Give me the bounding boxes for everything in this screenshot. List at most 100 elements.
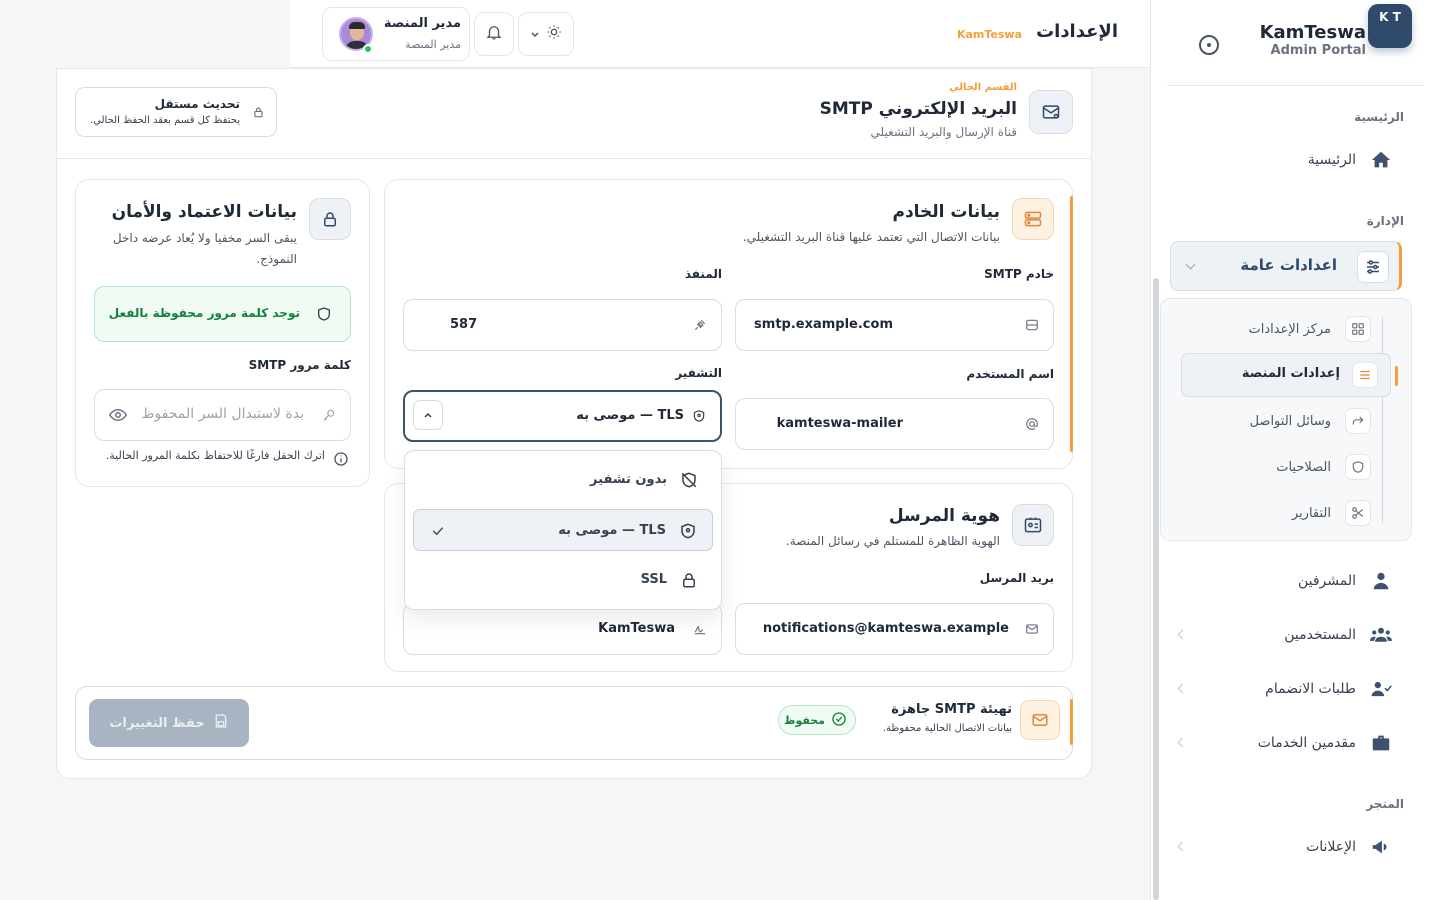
sidebar-item-users[interactable]: المستخدمين [1284,617,1392,653]
top-bar: الإعدادات KamTeswa مدير المنصة مدير المن… [290,0,1150,68]
sidebar-item-providers[interactable]: مقدمين الخدمات [1258,725,1392,761]
password-field[interactable]: بدة لاستبدال السر المحفوظ [94,389,351,441]
host-value: smtp.example.com [754,317,893,332]
encryption-option-tls[interactable]: TLS — موصى به [413,509,713,551]
encryption-value: TLS — موصى به [576,408,684,423]
shield-off-icon [679,470,699,490]
subnav-item-platform-settings[interactable]: إعدادات المنصة [1181,353,1398,397]
profile-menu[interactable]: مدير المنصة مدير المنصة [322,7,470,61]
subnav-rail [1382,317,1383,523]
sidebar-item-label: الإعلانات [1306,839,1356,855]
settings-subnav: مركز الإعدادات إعدادات المنصة وسائل التو… [1160,298,1412,541]
option-label: بدون تشفير [590,472,667,487]
subnav-item-permissions[interactable]: الصلاحيات [1276,449,1371,485]
shield-icon [316,306,332,326]
chevron-left-icon [1177,737,1188,748]
sender-email-field[interactable]: notifications@kamteswa.example [735,603,1054,655]
shield-icon [678,521,698,541]
brand-name: KamTeswa [1259,22,1366,43]
saved-password-notice: توجد كلمة مرور محفوظة بالفعل [94,286,351,342]
lock-icon [309,198,351,240]
save-button-label: حفظ التغييرات [109,715,205,731]
signature-icon [693,621,707,640]
page-brand: KamTeswa [956,28,1022,41]
online-status-dot [363,44,373,54]
port-label: المنفذ [684,267,722,281]
server-small-icon [1025,317,1039,336]
megaphone-icon [1370,836,1392,858]
password-label: كلمة مرور SMTP [248,358,351,372]
savebar-accent [1070,699,1073,745]
subnav-item-label: التقارير [1291,505,1331,521]
sidebar-scrollbar[interactable] [1153,278,1159,900]
server-card: بيانات الخادم بيانات الاتصال التي تعتمد … [384,179,1073,469]
card-accent [1070,196,1073,452]
host-field[interactable]: smtp.example.com [735,299,1054,351]
active-indicator [1395,366,1398,386]
subnav-item-settings-center[interactable]: مركز الإعدادات [1248,311,1371,347]
sidebar-item-general-settings[interactable]: اعدادات عامة [1170,241,1402,291]
server-card-subtitle: بيانات الاتصال التي تعتمد عليها قناة الب… [742,230,1000,244]
encryption-select[interactable]: TLS — موصى به [403,390,722,442]
credentials-card-subtitle: يبقى السر مخفيا ولا يُعاد عرضه داخل النم… [112,231,297,266]
notifications-button[interactable] [474,12,514,56]
subnav-item-label: مركز الإعدادات [1248,321,1332,337]
bell-icon [485,23,503,45]
sidebar-collapse-icon[interactable] [1199,35,1219,55]
sidebar-item-join-requests[interactable]: طلبات الانضمام [1265,671,1392,707]
savebar-subtitle: بيانات الاتصال الحالية محفوظة. [882,723,1012,734]
section-title-admin: الإدارة [1366,214,1404,228]
server-card-title: بيانات الخادم [892,202,1000,222]
section-title-store: المتجر [1366,797,1404,811]
option-label: TLS — موصى به [558,523,666,538]
subnav-item-social[interactable]: وسائل التواصل [1250,403,1371,439]
id-card-icon [1012,504,1054,546]
check-icon [430,523,446,543]
server-icon [1012,198,1054,240]
home-icon [1370,149,1392,171]
password-placeholder: بدة لاستبدال السر المحفوظ [141,406,304,422]
lock-refresh-icon [252,104,266,123]
eye-icon[interactable] [108,407,128,427]
sender-email-value: notifications@kamteswa.example [762,621,1009,636]
page-title: الإعدادات [1036,21,1118,42]
brand-block: KamTeswa Admin Portal [1260,22,1366,58]
mail-check-icon [1020,700,1060,740]
sidebar-item-supervisors[interactable]: المشرفين [1298,563,1392,599]
mail-settings-icon [1029,90,1073,134]
section-subtitle: قناة الإرسال والبريد التشغيلي [870,125,1017,139]
encryption-option-none[interactable]: بدون تشفير [413,459,713,501]
username-label: اسم المستخدم [966,367,1054,381]
theme-toggle-button[interactable] [518,12,574,56]
profile-name: مدير المنصة [383,16,461,31]
port-value: 587 [450,317,478,332]
port-field[interactable]: 587 [403,299,722,351]
chevron-up-icon[interactable] [413,400,443,430]
subnav-item-reports[interactable]: التقارير [1292,495,1371,531]
saved-password-text: توجد كلمة مرور محفوظة بالفعل [108,306,300,320]
sidebar-item-label: مقدمين الخدمات [1257,735,1356,751]
save-bar: تهيئة SMTP جاهزة بيانات الاتصال الحالية … [75,686,1073,760]
section-title: البريد الإلكتروني SMTP [819,99,1017,119]
chevron-left-icon [1177,841,1188,852]
username-value: kamteswa-mailer [776,416,903,431]
subnav-item-label: وسائل التواصل [1249,413,1331,429]
sender-card-subtitle: الهوية الظاهرة للمستلم في رسائل المنصة. [785,534,1000,548]
sidebar-item-label: اعدادات عامة [1240,256,1337,274]
save-button[interactable]: حفظ التغييرات [89,699,249,747]
savebar-title: تهيئة SMTP جاهزة [891,702,1012,717]
independent-update-note: تحديث مستقل يحتفظ كل قسم بعقد الحفظ الحا… [75,87,277,137]
status-badge-label: محفوظ [784,713,825,727]
at-icon [1025,416,1039,435]
sender-name-field[interactable]: KamTeswa [403,603,722,655]
sender-email-label: بريد المرسل [979,571,1054,585]
check-circle-icon [831,711,847,730]
username-field[interactable]: kamteswa-mailer [735,398,1054,450]
chevron-down-icon [1185,259,1196,270]
subnav-item-label: الصلاحيات [1276,459,1331,475]
chevron-left-icon [1177,683,1188,694]
encryption-option-ssl[interactable]: SSL [413,559,713,601]
sidebar-item-home[interactable]: الرئيسية [1308,142,1392,178]
sidebar-item-ads[interactable]: الإعلانات [1306,829,1392,865]
grid-icon [1345,316,1371,342]
